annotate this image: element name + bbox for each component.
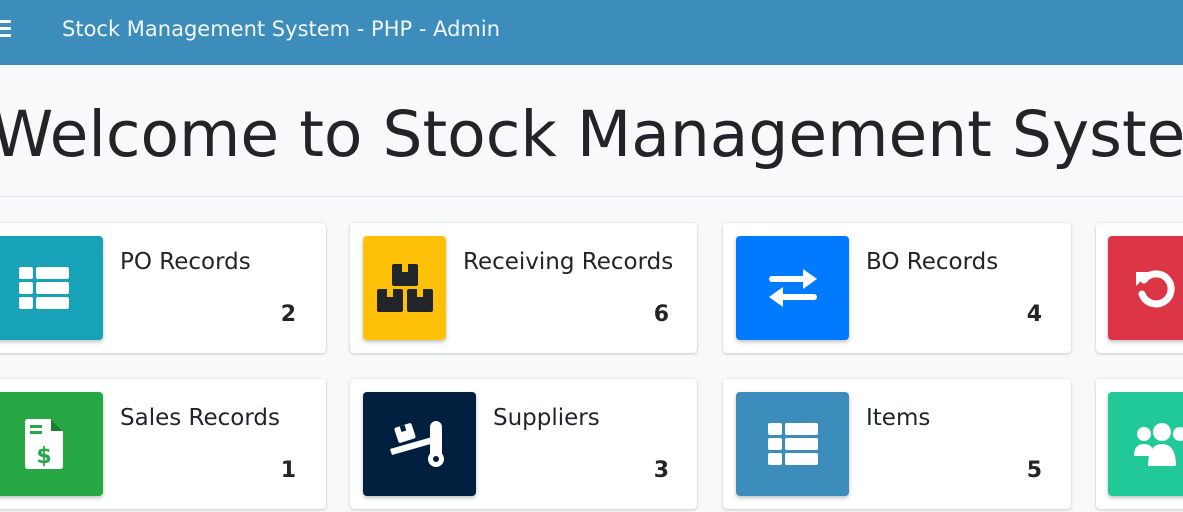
suppliers-label: Suppliers: [493, 405, 600, 431]
suppliers-count: 3: [653, 458, 669, 483]
top-navbar: Stock Management System - PHP - Admin: [0, 0, 1183, 65]
items-tile: [736, 392, 849, 496]
undo-icon: [1136, 270, 1175, 308]
po-records-card[interactable]: PO Records 2: [0, 223, 326, 353]
items-count: 5: [1026, 458, 1042, 483]
receiving-records-card[interactable]: Receiving Records 6: [350, 223, 697, 353]
users-card[interactable]: [1096, 379, 1183, 509]
exchange-arrows-icon: [768, 269, 817, 307]
users-tile: [1108, 392, 1183, 496]
po-records-tile: [0, 236, 103, 340]
bo-records-tile: [736, 236, 849, 340]
sales-records-tile: $: [0, 392, 103, 496]
bo-records-count: 4: [1026, 302, 1042, 327]
app-title[interactable]: Stock Management System - PHP - Admin: [62, 15, 500, 43]
sales-records-card[interactable]: $ Sales Records 1: [0, 379, 326, 509]
receiving-records-label: Receiving Records: [463, 249, 674, 275]
boxes-icon: [376, 264, 433, 312]
main-content: Welcome to Stock Management System - PO …: [0, 65, 1183, 512]
table-list-icon: [19, 267, 69, 309]
po-records-label: PO Records: [120, 249, 251, 275]
bo-records-card[interactable]: BO Records 4: [723, 223, 1071, 353]
svg-text:$: $: [36, 444, 51, 469]
receiving-records-count: 6: [653, 302, 669, 327]
po-records-count: 2: [280, 302, 296, 327]
suppliers-tile: [363, 392, 476, 496]
file-invoice-dollar-icon: $: [25, 419, 63, 469]
returns-card[interactable]: [1096, 223, 1183, 353]
bo-records-label: BO Records: [866, 249, 999, 275]
suppliers-card[interactable]: Suppliers 3: [350, 379, 697, 509]
sales-records-label: Sales Records: [120, 405, 280, 431]
table-list-icon: [767, 423, 818, 465]
items-card[interactable]: Items 5: [723, 379, 1071, 509]
receiving-records-tile: [363, 236, 446, 340]
page-title: Welcome to Stock Management System -: [0, 98, 1183, 171]
dolly-icon: [389, 421, 444, 467]
sales-records-count: 1: [280, 458, 296, 483]
returns-tile: [1108, 236, 1183, 340]
users-icon: [1134, 423, 1183, 466]
items-label: Items: [866, 405, 931, 431]
divider: [0, 196, 1183, 197]
hamburger-menu-icon[interactable]: [0, 20, 11, 38]
